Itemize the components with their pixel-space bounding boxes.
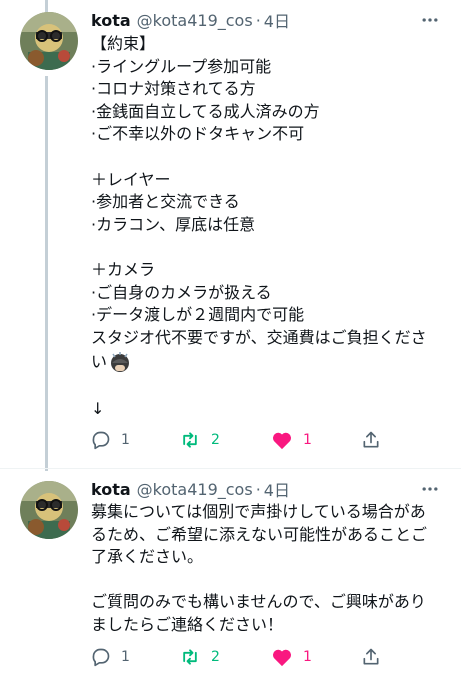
share-icon — [363, 648, 379, 665]
text-line: 【約束】 — [91, 34, 156, 53]
like-icon — [272, 432, 292, 450]
text-line: ·ライングループ参加可能 — [91, 56, 272, 76]
text-line: スタジオ代不要ですが、交通費はご負担くださ — [91, 327, 427, 347]
tweet-divider — [0, 468, 461, 469]
reply-count: 1 — [121, 649, 130, 665]
sweating-face-emoji — [109, 351, 131, 373]
reply-button[interactable]: 1 — [91, 428, 130, 452]
text-line: ·金銭面自立してる成人済みの方 — [91, 101, 320, 121]
text-line: ＋カメラ — [91, 259, 156, 279]
tweet-actions: 1 2 1 — [91, 645, 391, 669]
user-handle[interactable]: @kota419_cos — [137, 480, 253, 499]
separator-dot: · — [255, 10, 261, 30]
like-button[interactable]: 1 — [271, 645, 312, 669]
text-line: ご質問のみでも構いませんので、ご興味があり — [91, 592, 426, 612]
text-line: 了承ください。 — [91, 547, 204, 567]
text-line: ·カラコン、厚底は任意 — [91, 214, 256, 234]
more-icon[interactable] — [419, 477, 441, 501]
retweet-icon — [183, 649, 197, 665]
reply-button[interactable]: 1 — [91, 645, 130, 669]
retweet-count: 2 — [211, 649, 220, 665]
timestamp[interactable]: 4日 — [264, 8, 290, 32]
text-line: ましたらご連絡ください！ — [91, 614, 284, 634]
display-name[interactable]: kota — [91, 480, 131, 499]
text-line: ↓ — [91, 398, 105, 418]
tweet-header: kota @kota419_cos · 4日 — [91, 8, 290, 32]
thread-line-connector — [45, 76, 48, 471]
text-line: ·コロナ対策されてる方 — [91, 79, 256, 99]
share-icon — [363, 431, 379, 448]
text-line: ＋レイヤー — [91, 169, 171, 189]
reply-icon — [92, 431, 110, 450]
thread-line-top — [45, 0, 48, 12]
text-line: ·ご自身のカメラが扱える — [91, 282, 272, 302]
more-icon[interactable] — [419, 8, 441, 32]
reply-icon — [92, 648, 110, 667]
text-fragment: い — [91, 352, 108, 372]
display-name[interactable]: kota — [91, 11, 131, 30]
timestamp[interactable]: 4日 — [264, 477, 290, 501]
tweet-text: 募集については個別で声掛けしている場合があ るため、ご希望に添えない可能性がある… — [91, 501, 447, 637]
retweet-button[interactable]: 2 — [179, 645, 220, 669]
tweet-text: 【約束】 ·ライングループ参加可能 ·コロナ対策されてる方 ·金銭面自立してる成… — [91, 33, 447, 421]
user-handle[interactable]: @kota419_cos — [137, 11, 253, 30]
like-icon — [272, 649, 292, 667]
share-button[interactable] — [361, 428, 381, 452]
like-count: 1 — [303, 432, 312, 448]
share-button[interactable] — [361, 645, 381, 669]
like-count: 1 — [303, 649, 312, 665]
like-button[interactable]: 1 — [271, 428, 312, 452]
tweet-header: kota @kota419_cos · 4日 — [91, 477, 290, 501]
retweet-button[interactable]: 2 — [179, 428, 220, 452]
text-line: ·参加者と交流できる — [91, 192, 240, 212]
text-line: 募集については個別で声掛けしている場合があ — [91, 502, 426, 521]
text-line: ·ご不幸以外のドタキャン不可 — [91, 124, 305, 144]
text-line: ·データ渡しが２週間内で可能 — [91, 305, 305, 325]
text-line-with-emoji: い — [91, 349, 447, 375]
retweet-icon — [183, 432, 197, 448]
text-line: るため、ご希望に添えない可能性があることご — [91, 524, 428, 544]
reply-count: 1 — [121, 432, 130, 448]
retweet-count: 2 — [211, 432, 220, 448]
separator-dot: · — [255, 479, 261, 499]
avatar[interactable] — [20, 12, 78, 70]
tweet-actions: 1 2 1 — [91, 428, 391, 452]
avatar[interactable] — [20, 481, 78, 539]
